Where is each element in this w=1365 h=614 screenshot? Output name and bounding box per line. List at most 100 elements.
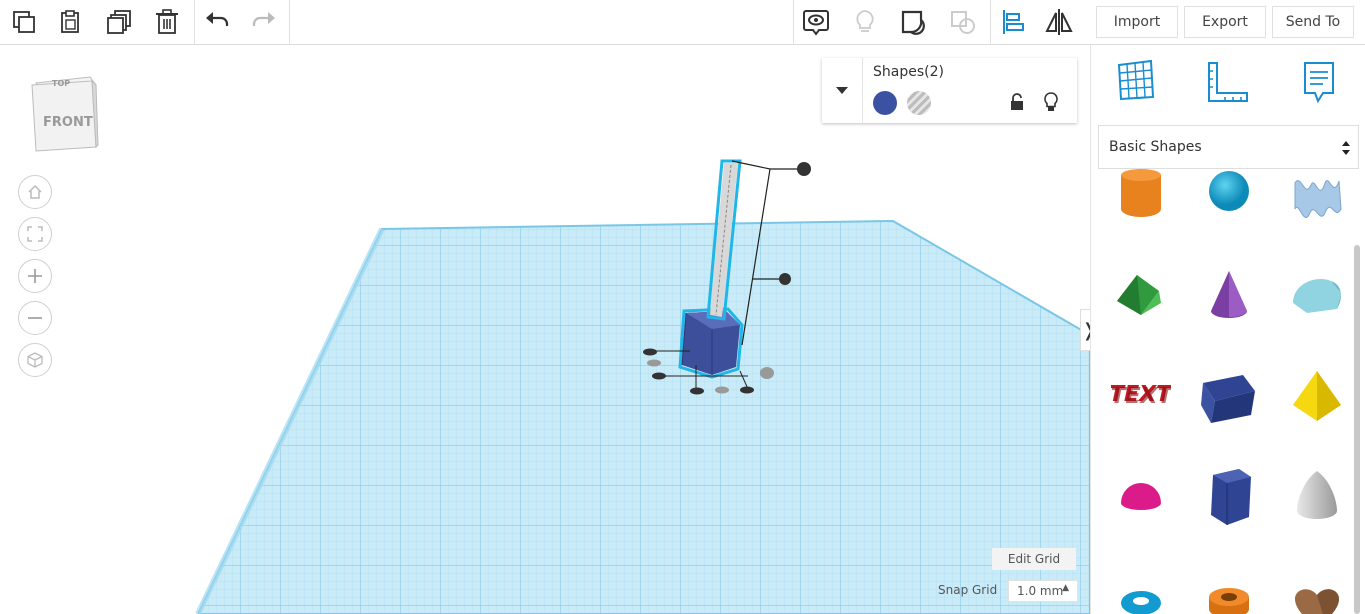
main-toolbar [0,0,1090,45]
copy-icon [13,11,35,33]
zoom-in-button[interactable] [18,259,52,293]
eye-speech-icon [803,10,829,36]
redo-icon [252,12,275,26]
paraboloid-icon [1297,471,1337,519]
send-to-button[interactable]: Send To [1272,6,1354,38]
shape-inspector-panel: Shapes(2) [822,58,1077,123]
sidebar-scrollbar[interactable] [1354,245,1360,614]
copy-button[interactable] [6,4,42,40]
shape-torus[interactable] [1111,577,1171,614]
shape-cylinder[interactable] [1111,169,1171,229]
group-button[interactable] [896,4,932,40]
duplicate-icon [107,10,131,34]
rotate-handle[interactable] [760,367,774,379]
svg-text:TEXT: TEXT [1111,383,1171,409]
shape-tube[interactable] [1199,577,1259,614]
shape-heart[interactable] [1287,577,1347,614]
sort-arrows-icon [1342,141,1350,155]
toolbar-divider [990,0,991,44]
home-icon [28,184,42,199]
note-icon [1304,62,1334,104]
hexagonal-prism-icon [1211,469,1251,525]
workplane-grid[interactable] [0,45,1090,614]
heart-icon [1295,589,1339,614]
shape-paraboloid[interactable] [1287,465,1347,525]
perspective-button[interactable] [18,343,52,377]
show-hide-button[interactable] [798,4,834,40]
lightbulb-icon [1044,92,1058,111]
shape-pyramid[interactable] [1287,365,1347,425]
ungroup-button[interactable] [945,4,981,40]
duplicate-button[interactable] [101,4,137,40]
view-cube[interactable]: TOP FRONT [30,73,100,157]
align-button[interactable] [994,4,1030,40]
notes-tool-button[interactable] [1301,59,1337,109]
cylinder-icon [1121,169,1161,217]
shape-text[interactable]: TEXT TEXT [1106,365,1176,425]
shape-box[interactable] [1199,365,1259,425]
inspector-title: Shapes(2) [873,64,944,80]
resize-handle[interactable] [652,372,666,380]
delete-button[interactable] [149,4,185,40]
workplane-viewport[interactable]: TOP FRONT Edit Grid Snap Grid 1.0 mm ▲ ❭ [0,45,1090,614]
lock-button[interactable] [1008,92,1026,116]
visibility-button[interactable] [1042,91,1060,117]
caret-up-icon: ▲ [1062,583,1069,593]
hole-button[interactable] [907,91,931,115]
shape-polygon[interactable] [1199,465,1259,525]
shape-scribble[interactable] [1287,169,1347,229]
resize-handle[interactable] [647,359,661,367]
undo-icon [206,12,229,26]
ungroup-icon [951,11,975,34]
toolbar-divider [289,0,290,44]
workplane-canvas[interactable] [0,45,1090,614]
paste-button[interactable] [52,4,88,40]
zoom-out-button[interactable] [18,301,52,335]
resize-handle[interactable] [740,386,754,394]
fit-icon [27,226,43,242]
shape-half-cylinder[interactable] [1287,263,1347,323]
redo-button[interactable] [246,4,282,40]
elevation-handle[interactable] [779,273,791,285]
plus-icon [28,269,42,283]
scribble-icon [1294,180,1342,218]
toolbar-divider [793,0,794,44]
resize-handle[interactable] [715,386,729,394]
workplane-grid-icon [1117,59,1155,101]
solid-color-button[interactable] [873,91,897,115]
export-button[interactable]: Export [1184,6,1266,38]
shape-sphere[interactable] [1199,169,1259,229]
snap-grid-select[interactable]: 1.0 mm ▲ [1008,580,1078,602]
paste-icon [61,10,79,33]
inspector-collapse-button[interactable] [822,58,863,123]
lock-icon [1011,93,1023,110]
mirror-button[interactable] [1041,4,1077,40]
half-sphere-icon [1121,483,1161,510]
resize-handle[interactable] [643,348,657,356]
torus-icon [1121,591,1161,614]
shape-category-value: Basic Shapes [1109,139,1202,155]
half-cylinder-icon [1293,279,1341,313]
mirror-icon [1045,9,1073,35]
light-toggle-button[interactable] [847,4,883,40]
shape-roof[interactable] [1111,263,1171,323]
snap-grid-label: Snap Grid [938,583,998,597]
shape-half-sphere[interactable] [1111,465,1171,525]
snap-grid-value: 1.0 mm [1017,584,1064,598]
collapse-panel-button[interactable]: ❭ [1080,309,1090,351]
fit-view-button[interactable] [18,217,52,251]
shape-cone[interactable] [1199,263,1259,323]
ruler-tool-button[interactable] [1205,59,1251,109]
workplane-tool-button[interactable] [1115,59,1157,105]
home-view-button[interactable] [18,175,52,209]
roof-icon [1117,275,1161,315]
import-button[interactable]: Import [1096,6,1178,38]
undo-button[interactable] [199,4,235,40]
resize-handle[interactable] [690,387,704,395]
edit-grid-button[interactable]: Edit Grid [992,548,1076,570]
shape-category-select[interactable]: Basic Shapes [1098,125,1359,169]
cone-icon [1211,271,1247,318]
text-shape-icon: TEXTTEXT [1106,381,1176,409]
group-icon [901,10,925,35]
height-handle[interactable] [797,162,811,176]
